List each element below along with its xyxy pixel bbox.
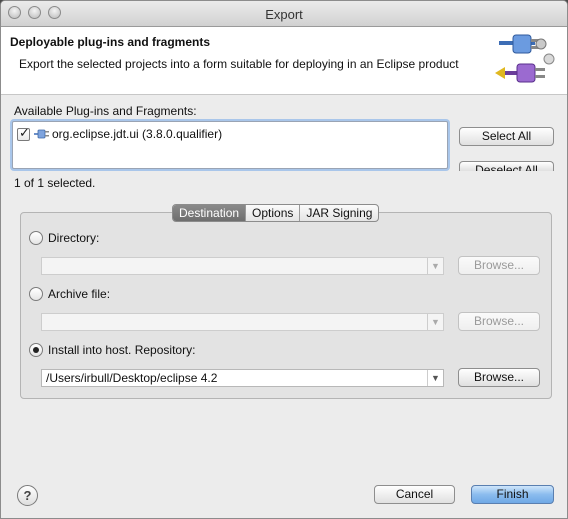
checkmark-icon: ✓: [19, 124, 30, 140]
list-item[interactable]: ✓ org.eclipse.jdt.ui (3.8.0.qualifier): [17, 124, 223, 142]
repository-value: /Users/irbull/Desktop/eclipse 4.2: [46, 371, 218, 385]
plugin-export-banner-icon: [495, 34, 555, 83]
wizard-description: Export the selected projects into a form…: [19, 57, 459, 71]
chevron-down-icon[interactable]: ▼: [427, 258, 443, 274]
window-title: Export: [265, 7, 303, 22]
archive-radio[interactable]: [29, 287, 43, 301]
install-label: Install into host. Repository:: [48, 343, 196, 357]
install-option[interactable]: Install into host. Repository:: [29, 343, 195, 357]
tab-bar: Destination Options JAR Signing: [172, 204, 380, 222]
chevron-down-icon[interactable]: ▼: [427, 370, 443, 386]
wizard-header: Deployable plug-ins and fragments Export…: [1, 27, 567, 95]
plugin-item-label: org.eclipse.jdt.ui (3.8.0.qualifier): [52, 127, 223, 141]
directory-label: Directory:: [48, 231, 100, 245]
archive-combo[interactable]: ▼: [41, 313, 444, 331]
cancel-button[interactable]: Cancel: [374, 485, 455, 504]
chevron-down-icon[interactable]: ▼: [427, 314, 443, 330]
archive-browse-button[interactable]: Browse...: [458, 312, 540, 331]
plugin-icon: [34, 129, 49, 139]
selection-status: 1 of 1 selected.: [14, 176, 96, 190]
install-radio[interactable]: [29, 343, 43, 357]
available-plugins-label: Available Plug-ins and Fragments:: [14, 104, 197, 118]
repository-browse-button[interactable]: Browse...: [458, 368, 540, 387]
title-bar: Export: [1, 1, 567, 27]
tab-destination[interactable]: Destination: [173, 205, 246, 221]
directory-browse-button[interactable]: Browse...: [458, 256, 540, 275]
plugin-checkbox[interactable]: ✓: [17, 124, 30, 141]
deselect-all-button[interactable]: Deselect All: [459, 161, 554, 171]
tab-options[interactable]: Options: [245, 205, 299, 221]
archive-label: Archive file:: [48, 287, 111, 301]
tab-jar-signing[interactable]: JAR Signing: [299, 205, 378, 221]
archive-option[interactable]: Archive file:: [29, 287, 110, 301]
directory-combo[interactable]: ▼: [41, 257, 444, 275]
directory-radio[interactable]: [29, 231, 43, 245]
finish-button[interactable]: Finish: [471, 485, 554, 504]
directory-option[interactable]: Directory:: [29, 231, 99, 245]
plugins-list[interactable]: ✓ org.eclipse.jdt.ui (3.8.0.qualifier): [12, 121, 448, 169]
wizard-title: Deployable plug-ins and fragments: [10, 35, 211, 49]
repository-combo[interactable]: /Users/irbull/Desktop/eclipse 4.2 ▼: [41, 369, 444, 387]
select-all-button[interactable]: Select All: [459, 127, 554, 146]
help-icon[interactable]: ?: [17, 485, 38, 506]
export-dialog: Export Deployable plug-ins and fragments…: [0, 0, 568, 519]
